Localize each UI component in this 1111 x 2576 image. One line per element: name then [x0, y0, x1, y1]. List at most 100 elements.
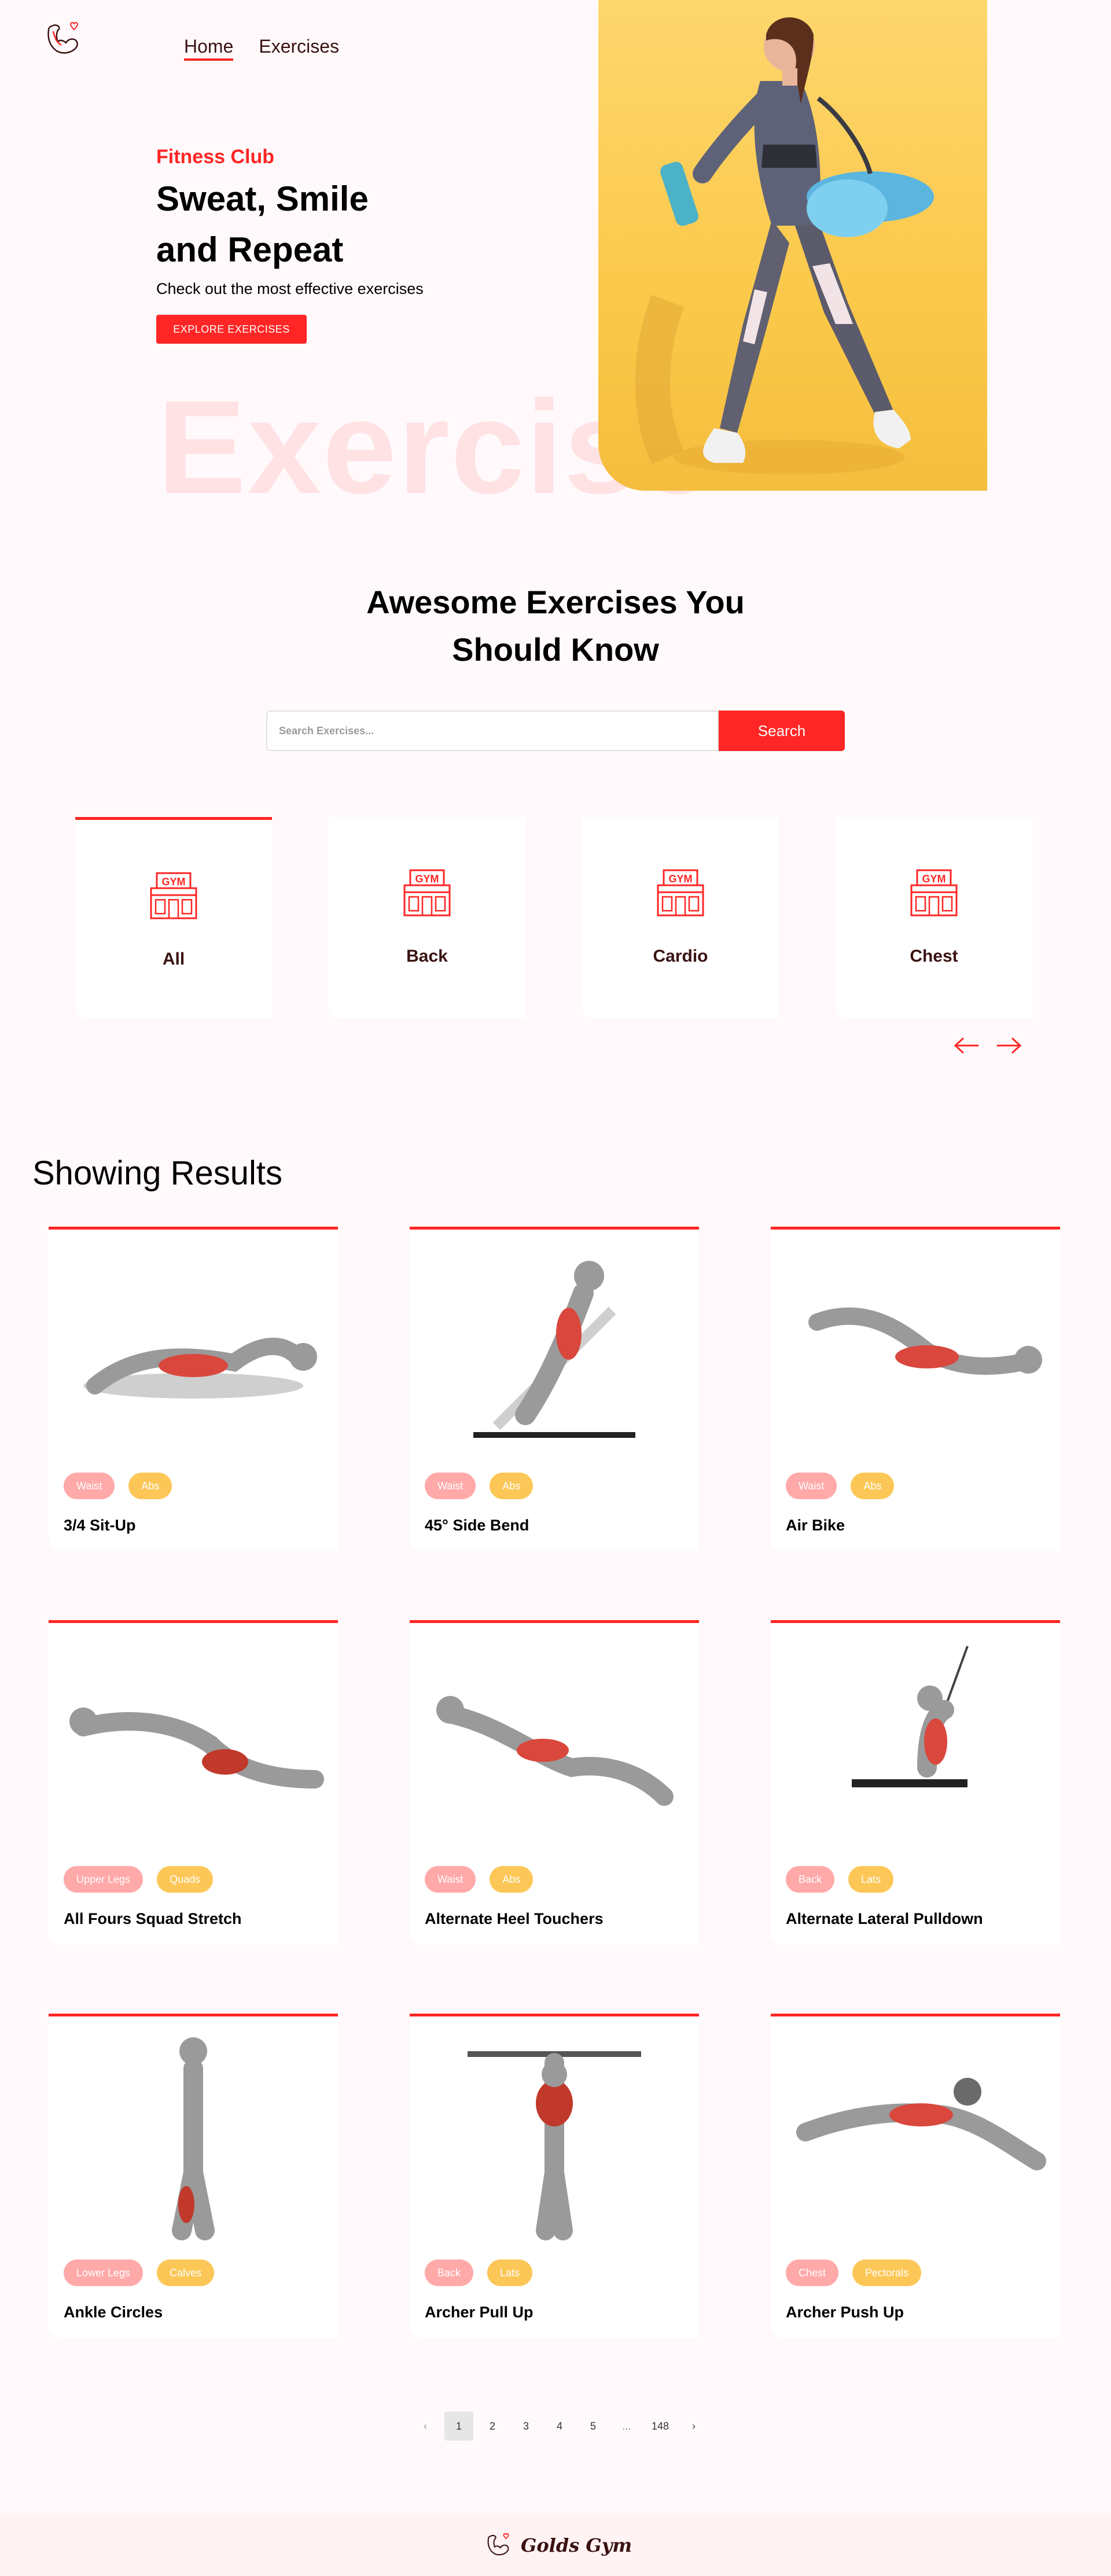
results-title: Showing Results [32, 1154, 282, 1192]
exercise-illustration [83, 1337, 317, 1399]
exercise-tags: Upper Legs Quads [64, 1866, 214, 1893]
gym-building-icon: GYM [150, 872, 197, 919]
explore-exercises-button[interactable]: EXPLORE EXERCISES [156, 315, 307, 344]
exercise-name: Air Bike [786, 1517, 845, 1534]
exercise-name: 3/4 Sit-Up [64, 1517, 136, 1534]
target-muscle-badge[interactable]: Abs [490, 1866, 534, 1893]
exercise-tags: Waist Abs [786, 1473, 895, 1499]
search-button[interactable]: Search [719, 711, 845, 751]
pagination-ellipsis: ... [622, 2420, 631, 2432]
pagination-page-5[interactable]: 5 [579, 2412, 608, 2441]
body-part-badge[interactable]: Back [786, 1866, 835, 1893]
exercise-name: Alternate Lateral Pulldown [786, 1910, 983, 1927]
pagination-page-4[interactable]: 4 [545, 2412, 574, 2441]
exercise-tags: Chest Pectorals [786, 2259, 922, 2286]
flexed-arm-heart-icon [487, 2533, 509, 2556]
exercise-tags: Waist Abs [425, 1473, 534, 1499]
svg-text:GYM: GYM [161, 876, 185, 888]
category-card-chest[interactable]: GYM Chest [836, 817, 1032, 1018]
exercise-illustration [473, 1261, 635, 1438]
nav-home-link[interactable]: Home [184, 36, 234, 61]
nav-exercises-link[interactable]: Exercises [259, 36, 339, 61]
exercise-card-all-fours-squad-stretch[interactable]: Upper Legs Quads All Fours Squad Stretch [49, 1620, 338, 1944]
exercise-card-3-4-sit-up[interactable]: Waist Abs 3/4 Sit-Up [49, 1227, 338, 1551]
target-muscle-badge[interactable]: Calves [157, 2259, 215, 2286]
hero-title: Sweat, Smile and Repeat [156, 174, 457, 275]
footer-logo: Golds Gym [483, 2531, 632, 2560]
pagination-prev-button[interactable]: ‹ [411, 2412, 440, 2441]
hero-tag: Fitness Club [156, 146, 275, 168]
exercise-card-alternate-lateral-pulldown[interactable]: Back Lats Alternate Lateral Pulldown [771, 1620, 1060, 1944]
exercise-name: 45° Side Bend [425, 1517, 529, 1534]
exercise-card-archer-push-up[interactable]: Chest Pectorals Archer Push Up [771, 2014, 1060, 2338]
svg-text:GYM: GYM [922, 873, 946, 885]
footer: Golds Gym [0, 2514, 1111, 2576]
body-part-badge[interactable]: Waist [64, 1473, 115, 1499]
body-part-badge[interactable]: Chest [786, 2259, 839, 2286]
pagination: ‹ 1 2 3 4 5 ... 148 › [411, 2412, 708, 2441]
exercise-name: Ankle Circles [64, 2303, 163, 2321]
target-muscle-badge[interactable]: Lats [848, 1866, 894, 1893]
exercise-illustration [796, 2078, 1046, 2170]
hero-banner-image [598, 0, 987, 491]
exercise-name: Alternate Heel Touchers [425, 1910, 604, 1927]
main-nav: Home Exercises [184, 36, 339, 61]
category-label: Back [406, 947, 448, 966]
svg-text:GYM: GYM [415, 873, 439, 885]
pagination-next-button[interactable]: › [679, 2412, 708, 2441]
exercise-name: Archer Push Up [786, 2303, 904, 2321]
pagination-page-2[interactable]: 2 [478, 2412, 507, 2441]
body-part-badge[interactable]: Waist [425, 1473, 476, 1499]
exercise-card-archer-pull-up[interactable]: Back Lats Archer Pull Up [410, 2014, 699, 2338]
target-muscle-badge[interactable]: Abs [851, 1473, 895, 1499]
category-label: All [162, 950, 185, 969]
pagination-page-3[interactable]: 3 [512, 2412, 540, 2441]
pagination-page-1[interactable]: 1 [444, 2412, 473, 2441]
exercise-tags: Waist Abs [425, 1866, 534, 1893]
pagination-page-last[interactable]: 148 [646, 2412, 675, 2441]
target-muscle-badge[interactable]: Lats [487, 2259, 533, 2286]
category-label: Chest [910, 947, 958, 966]
exercise-card-ankle-circles[interactable]: Lower Legs Calves Ankle Circles [49, 2014, 338, 2338]
category-card-all[interactable]: GYM All [75, 817, 272, 1018]
exercise-illustration [852, 1646, 969, 1787]
svg-text:GYM: GYM [668, 873, 692, 885]
exercise-illustration [436, 1696, 674, 1806]
search-input[interactable] [266, 711, 719, 751]
exercise-illustration [808, 1307, 1042, 1375]
gym-building-icon: GYM [910, 869, 958, 917]
exercise-illustration [468, 2051, 641, 2240]
exercise-tags: Back Lats [786, 1866, 894, 1893]
exercise-name: All Fours Squad Stretch [64, 1910, 242, 1927]
exercise-card-alternate-heel-touchers[interactable]: Waist Abs Alternate Heel Touchers [410, 1620, 699, 1944]
arrow-left-icon[interactable] [954, 1037, 979, 1054]
body-part-badge[interactable]: Waist [425, 1866, 476, 1893]
body-part-badge[interactable]: Upper Legs [64, 1866, 144, 1893]
category-label: Cardio [653, 947, 708, 966]
exercise-illustration [172, 2037, 215, 2240]
logo-icon[interactable] [45, 19, 82, 60]
body-part-badge[interactable]: Back [425, 2259, 474, 2286]
gym-building-icon: GYM [657, 869, 704, 917]
exercise-tags: Lower Legs Calves [64, 2259, 215, 2286]
section-title-line2: Should Know [452, 631, 659, 668]
arrow-right-icon[interactable] [996, 1037, 1022, 1054]
body-part-badge[interactable]: Waist [786, 1473, 837, 1499]
category-card-cardio[interactable]: GYM Cardio [582, 817, 779, 1018]
footer-brand: Golds Gym [521, 2534, 632, 2556]
target-muscle-badge[interactable]: Quads [157, 1866, 214, 1893]
target-muscle-badge[interactable]: Pectorals [852, 2259, 922, 2286]
exercise-card-45-side-bend[interactable]: Waist Abs 45° Side Bend [410, 1227, 699, 1551]
category-card-back[interactable]: GYM Back [329, 817, 525, 1018]
exercise-name: Archer Pull Up [425, 2303, 534, 2321]
body-part-badge[interactable]: Lower Legs [64, 2259, 144, 2286]
target-muscle-badge[interactable]: Abs [128, 1473, 172, 1499]
hero-title-line1: Sweat, Smile [156, 179, 369, 218]
exercise-illustration [69, 1707, 324, 1789]
exercises-section-title: Awesome Exercises You Should Know [0, 579, 1111, 674]
hero-title-line2: and Repeat [156, 230, 344, 269]
hero-subtitle: Check out the most effective exercises [156, 280, 424, 297]
gym-building-icon: GYM [403, 869, 451, 917]
exercise-card-air-bike[interactable]: Waist Abs Air Bike [771, 1227, 1060, 1551]
target-muscle-badge[interactable]: Abs [490, 1473, 534, 1499]
